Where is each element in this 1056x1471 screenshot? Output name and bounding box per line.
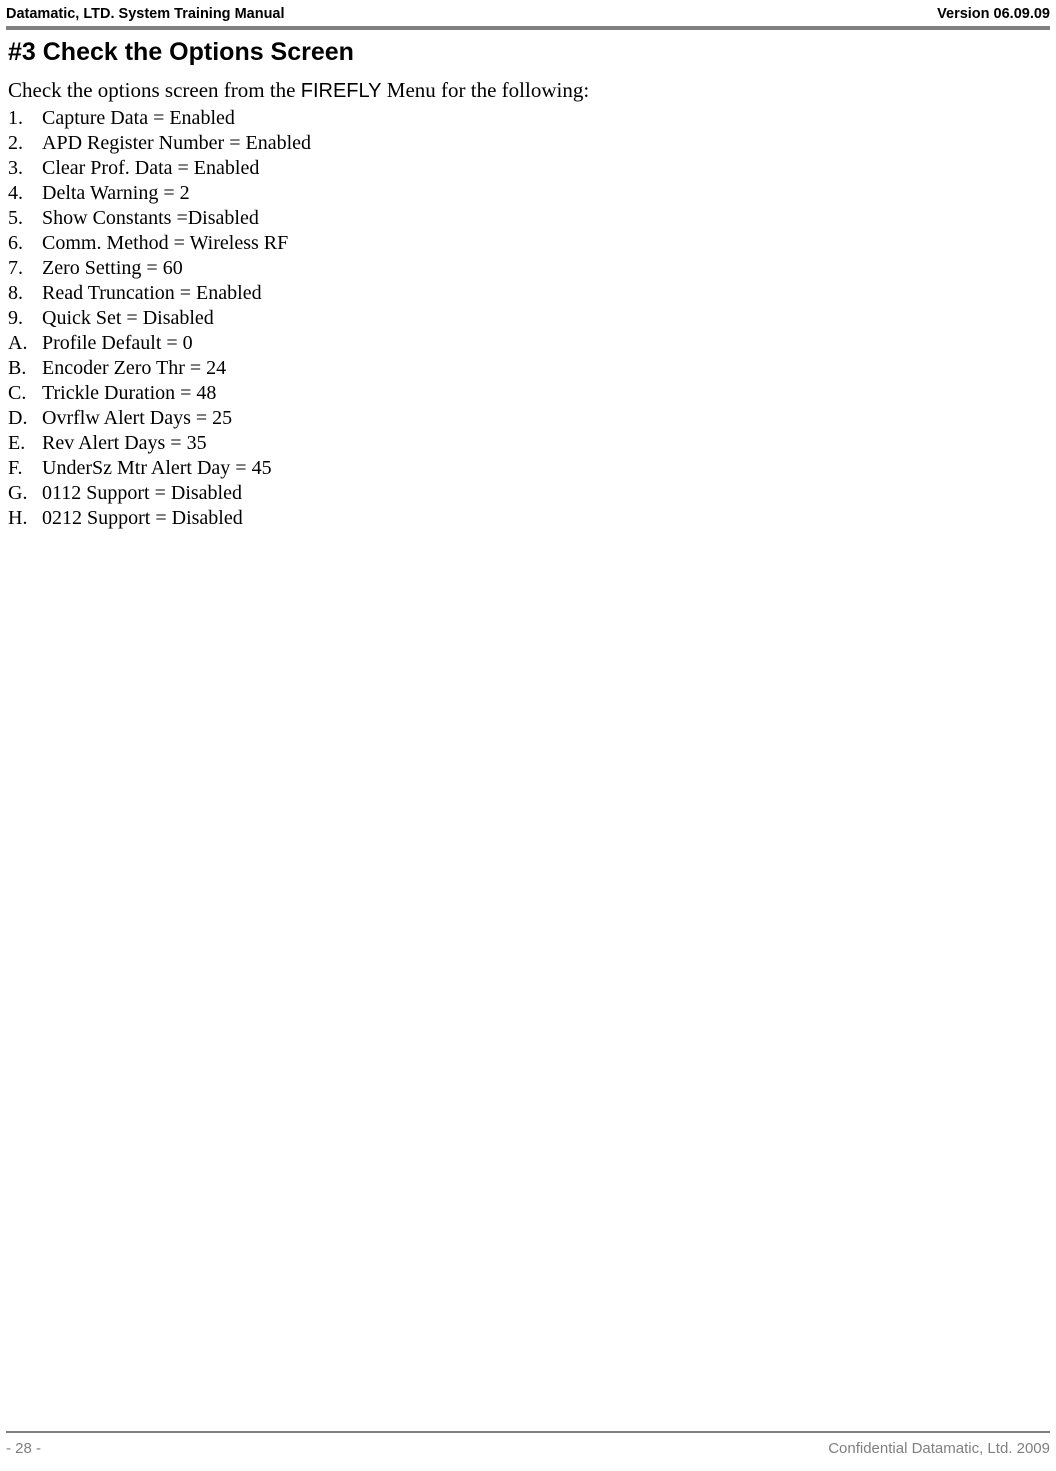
list-marker: 2. [8, 131, 42, 156]
list-text: Comm. Method = Wireless RF [42, 231, 288, 256]
list-text: APD Register Number = Enabled [42, 131, 311, 156]
list-item: C.Trickle Duration = 48 [8, 381, 1036, 406]
list-text: Profile Default = 0 [42, 331, 193, 356]
list-item: A.Profile Default = 0 [8, 331, 1036, 356]
list-item: 1.Capture Data = Enabled [8, 106, 1036, 131]
list-text: Show Constants =Disabled [42, 206, 259, 231]
footer-right: Confidential Datamatic, Ltd. 2009 [828, 1440, 1050, 1457]
list-marker: 6. [8, 231, 42, 256]
header-rule [6, 26, 1050, 30]
list-text: Delta Warning = 2 [42, 181, 190, 206]
intro-paragraph: Check the options screen from the FIREFL… [8, 77, 1036, 104]
list-item: 7.Zero Setting = 60 [8, 256, 1036, 281]
footer-bar: - 28 - Confidential Datamatic, Ltd. 2009 [6, 1440, 1050, 1457]
list-item: D.Ovrflw Alert Days = 25 [8, 406, 1036, 431]
header-left: Datamatic, LTD. System Training Manual [6, 6, 285, 22]
list-item: B.Encoder Zero Thr = 24 [8, 356, 1036, 381]
list-marker: F. [8, 456, 42, 481]
list-marker: B. [8, 356, 42, 381]
header-right: Version 06.09.09 [937, 6, 1050, 22]
list-item: 9.Quick Set = Disabled [8, 306, 1036, 331]
header-bar: Datamatic, LTD. System Training Manual V… [6, 6, 1050, 22]
list-marker: 8. [8, 281, 42, 306]
list-item: 8.Read Truncation = Enabled [8, 281, 1036, 306]
list-item: E.Rev Alert Days = 35 [8, 431, 1036, 456]
list-item: 2.APD Register Number = Enabled [8, 131, 1036, 156]
list-marker: 5. [8, 206, 42, 231]
list-text: Zero Setting = 60 [42, 256, 183, 281]
intro-text-post: Menu for the following: [382, 78, 590, 102]
list-text: 0212 Support = Disabled [42, 506, 243, 531]
list-marker: 1. [8, 106, 42, 131]
footer-left: - 28 - [6, 1440, 41, 1457]
list-item: G.0112 Support = Disabled [8, 481, 1036, 506]
intro-text-pre: Check the options screen from the [8, 78, 301, 102]
list-marker: 3. [8, 156, 42, 181]
list-marker: E. [8, 431, 42, 456]
list-item: F.UnderSz Mtr Alert Day = 45 [8, 456, 1036, 481]
content-area: #3 Check the Options Screen Check the op… [8, 38, 1036, 531]
list-text: Read Truncation = Enabled [42, 281, 262, 306]
list-text: Encoder Zero Thr = 24 [42, 356, 226, 381]
options-list: 1.Capture Data = Enabled 2.APD Register … [8, 106, 1036, 531]
list-item: 3.Clear Prof. Data = Enabled [8, 156, 1036, 181]
list-text: Clear Prof. Data = Enabled [42, 156, 259, 181]
list-item: 4.Delta Warning = 2 [8, 181, 1036, 206]
list-marker: C. [8, 381, 42, 406]
footer-rule [6, 1431, 1050, 1433]
list-marker: 9. [8, 306, 42, 331]
list-text: Capture Data = Enabled [42, 106, 235, 131]
list-marker: A. [8, 331, 42, 356]
list-marker: 4. [8, 181, 42, 206]
list-marker: G. [8, 481, 42, 506]
list-text: Trickle Duration = 48 [42, 381, 216, 406]
list-text: Quick Set = Disabled [42, 306, 214, 331]
list-marker: H. [8, 506, 42, 531]
list-text: Rev Alert Days = 35 [42, 431, 207, 456]
section-title: #3 Check the Options Screen [8, 38, 1036, 67]
page: Datamatic, LTD. System Training Manual V… [0, 0, 1056, 1471]
intro-text-mid: FIREFLY [301, 80, 382, 102]
list-marker: 7. [8, 256, 42, 281]
list-text: UnderSz Mtr Alert Day = 45 [42, 456, 272, 481]
list-text: 0112 Support = Disabled [42, 481, 242, 506]
list-marker: D. [8, 406, 42, 431]
list-item: 5.Show Constants =Disabled [8, 206, 1036, 231]
list-item: 6.Comm. Method = Wireless RF [8, 231, 1036, 256]
list-item: H.0212 Support = Disabled [8, 506, 1036, 531]
list-text: Ovrflw Alert Days = 25 [42, 406, 232, 431]
